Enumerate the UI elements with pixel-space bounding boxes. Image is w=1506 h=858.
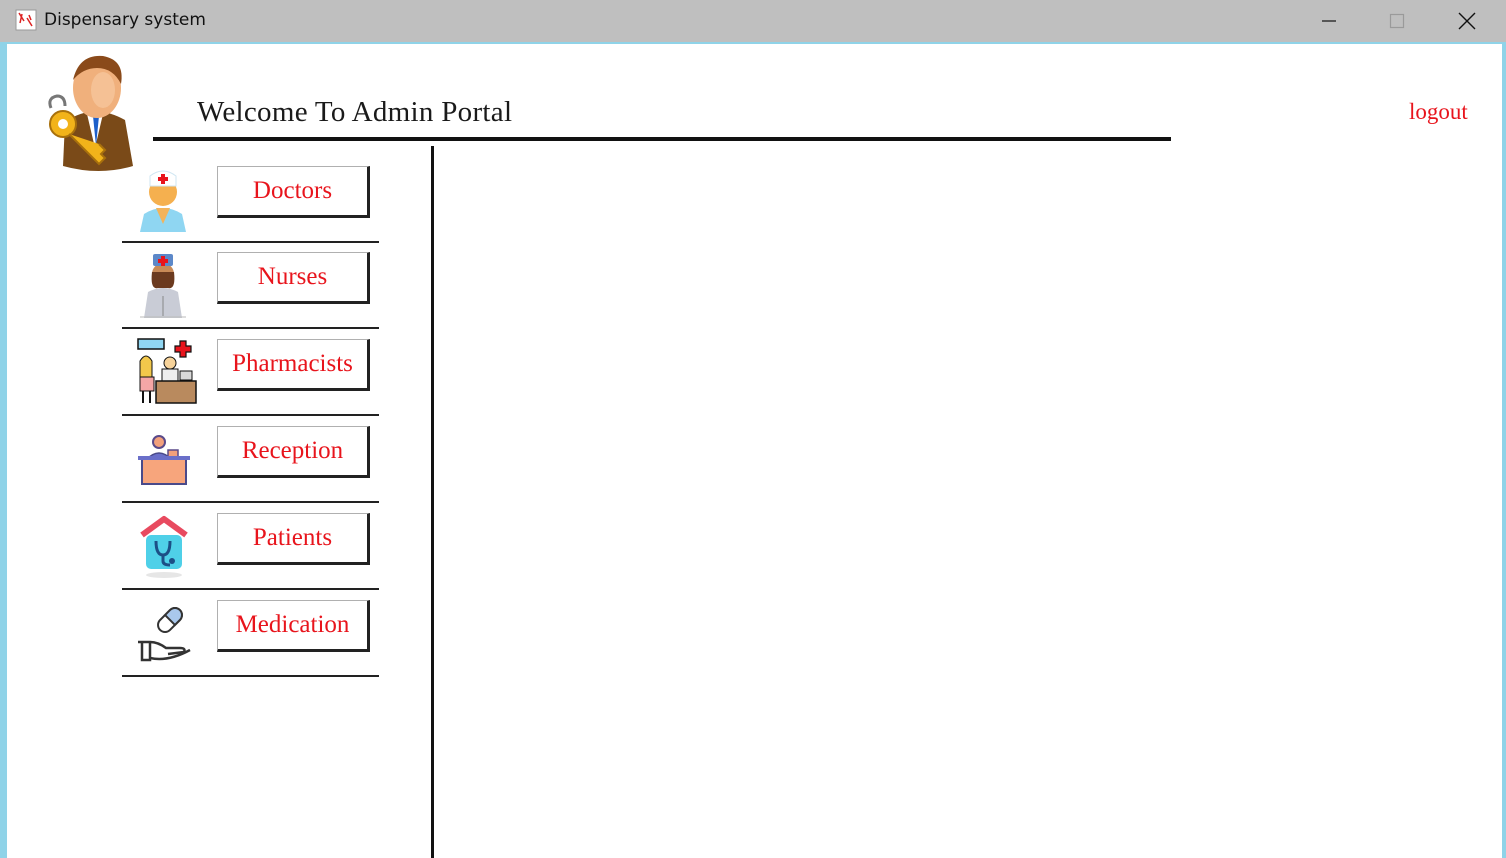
sidebar-item-pharmacists: Pharmacists [122,329,379,416]
header-divider [153,137,1171,141]
close-icon [1458,12,1476,30]
sidebar-item-nurses: Nurses [122,242,379,329]
minimize-button[interactable] [1295,0,1363,42]
pharmacist-icon [137,338,197,404]
window-frame-right [1502,44,1506,858]
reception-icon [138,435,190,485]
admin-portal-window: Welcome To Admin Portal logout Doctors N… [7,46,1502,858]
window-title: Dispensary system [44,10,206,30]
window-titlebar: Dispensary system [0,0,1506,44]
sidebar-item-patients: Patients [122,503,379,590]
doctors-button[interactable]: Doctors [217,166,370,218]
doctor-icon [140,170,186,232]
app-icon [15,9,37,31]
patients-icon [140,516,188,578]
sidebar-item-medication: Medication [122,590,379,677]
page-title: Welcome To Admin Portal [197,96,513,128]
maximize-button[interactable] [1363,0,1431,42]
main-content-area [437,146,1497,858]
nurses-button[interactable]: Nurses [217,252,370,304]
sidebar-item-doctors: Doctors [122,156,379,243]
patients-button[interactable]: Patients [217,513,370,565]
medication-icon [138,607,191,662]
minimize-icon [1322,20,1336,22]
nav-separator [122,675,379,677]
reception-button[interactable]: Reception [217,426,370,478]
maximize-icon [1389,13,1405,29]
nurse-icon [140,254,186,318]
sidebar-item-reception: Reception [122,416,379,503]
window-frame-left [0,44,7,858]
close-button[interactable] [1433,0,1501,42]
sidebar-divider [431,146,434,858]
medication-button[interactable]: Medication [217,600,370,652]
logout-link[interactable]: logout [1409,99,1468,125]
pharmacists-button[interactable]: Pharmacists [217,339,370,391]
